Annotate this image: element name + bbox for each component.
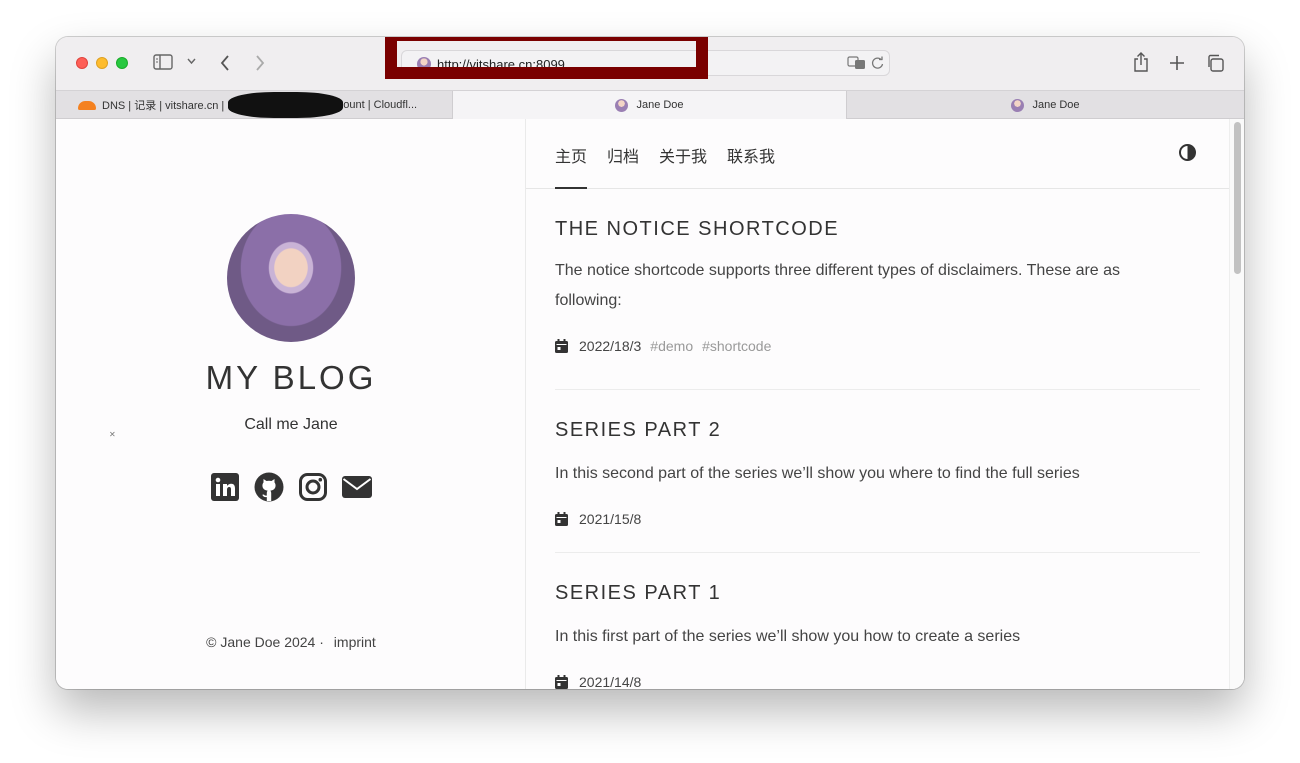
tab-jane-doe[interactable]: Jane Doe <box>847 91 1244 119</box>
page-scrollbar[interactable] <box>1229 119 1244 689</box>
share-icon[interactable] <box>1132 52 1150 73</box>
social-links <box>209 471 373 503</box>
footer-copyright: © Jane Doe 2024 · <box>206 634 324 650</box>
post-title[interactable]: SERIES PART 1 <box>555 582 1200 605</box>
nav-item-contact[interactable]: 联系我 <box>727 143 775 167</box>
theme-toggle-icon[interactable] <box>1179 144 1196 161</box>
post-item: THE NOTICE SHORTCODE The notice shortcod… <box>555 218 1200 354</box>
linkedin-icon[interactable] <box>209 471 241 503</box>
post-divider <box>555 552 1200 553</box>
nav-item-archive[interactable]: 归档 <box>607 143 639 167</box>
reload-icon[interactable] <box>871 56 884 70</box>
site-subtitle: Call me Jane <box>244 416 338 433</box>
close-window-button[interactable] <box>76 57 88 69</box>
sidebar-footer: © Jane Doe 2024 · imprint <box>56 634 526 650</box>
avatar <box>227 214 355 342</box>
instagram-icon[interactable] <box>297 471 329 503</box>
email-icon[interactable] <box>341 471 373 503</box>
nav-item-home[interactable]: 主页 <box>555 143 587 167</box>
tab-overview-icon[interactable] <box>1206 54 1225 73</box>
cloudflare-cloud-icon <box>78 100 96 110</box>
url-text[interactable]: http://vitshare.cn:8099 <box>437 57 565 72</box>
forward-arrow-icon[interactable] <box>255 54 265 72</box>
github-icon[interactable] <box>253 471 285 503</box>
redaction-scribble <box>228 92 343 118</box>
post-date: 2021/14/8 <box>579 674 642 689</box>
page-content: MY BLOG Call me Jane ✕ © Jane Doe 2024 · <box>56 119 1244 689</box>
post-item: SERIES PART 2 In this second part of the… <box>555 419 1200 527</box>
site-title[interactable]: MY BLOG <box>56 359 526 397</box>
post-meta: 2021/14/8 <box>555 674 1200 689</box>
post-title[interactable]: THE NOTICE SHORTCODE <box>555 218 1200 241</box>
top-nav: 主页 归档 关于我 联系我 <box>526 119 1229 189</box>
calendar-icon <box>555 675 568 689</box>
tab-label: Jane Doe <box>1032 99 1080 111</box>
active-nav-underline <box>555 187 587 189</box>
translate-icon[interactable] <box>847 56 866 70</box>
post-meta: 2022/18/3 #demo #shortcode <box>555 338 1200 354</box>
post-summary-line: following: <box>555 292 622 309</box>
post-summary: The notice shortcode supports three diff… <box>555 256 1200 316</box>
chevron-down-icon[interactable] <box>187 58 196 65</box>
post-summary: In this first part of the series we’ll s… <box>555 628 1021 645</box>
post-date: 2022/18/3 <box>579 338 642 354</box>
browser-window: http://vitshare.cn:8099 DNS | 记录 | vitsh… <box>56 37 1244 689</box>
sidebar-toggle-icon[interactable] <box>153 54 173 70</box>
calendar-icon <box>555 339 568 353</box>
profile-sidebar: MY BLOG Call me Jane ✕ © Jane Doe 2024 · <box>56 119 526 689</box>
post-divider <box>555 389 1200 390</box>
back-arrow-icon[interactable] <box>220 54 230 72</box>
imprint-link[interactable]: imprint <box>334 634 376 650</box>
calendar-icon <box>555 512 568 526</box>
new-tab-plus-icon[interactable] <box>1169 55 1185 71</box>
tag-demo[interactable]: #demo <box>650 338 693 354</box>
minimize-window-button[interactable] <box>96 57 108 69</box>
tab-label: DNS | 记录 | vitshare.cn | <box>102 100 225 112</box>
nav-item-about[interactable]: 关于我 <box>659 143 707 167</box>
post-summary-line: The notice shortcode supports three diff… <box>555 262 1121 279</box>
tab-cloudflare-dns[interactable]: DNS | 记录 | vitshare.cn | ccount | Cloudf… <box>56 91 452 119</box>
scrollbar-thumb[interactable] <box>1234 122 1241 274</box>
tag-shortcode[interactable]: #shortcode <box>702 338 771 354</box>
post-meta: 2021/15/8 <box>555 511 1200 527</box>
tab-label: Jane Doe <box>636 99 684 111</box>
tab-label-tail: ccount | Cloudfl... <box>332 99 418 111</box>
zoom-window-button[interactable] <box>116 57 128 69</box>
site-favicon-icon <box>417 57 431 71</box>
tab-bar: DNS | 记录 | vitshare.cn | ccount | Cloudf… <box>56 90 1244 119</box>
tab-jane-doe-active[interactable]: Jane Doe <box>452 91 847 119</box>
cursor-icon: ✕ <box>109 430 116 439</box>
post-item: SERIES PART 1 In this first part of the … <box>555 582 1200 689</box>
main-column: 主页 归档 关于我 联系我 THE NOTICE SHORTCODE The n… <box>526 119 1229 689</box>
post-title[interactable]: SERIES PART 2 <box>555 419 1200 442</box>
browser-toolbar: http://vitshare.cn:8099 <box>56 37 1244 90</box>
post-date: 2021/15/8 <box>579 511 642 527</box>
site-favicon-icon <box>1011 98 1025 112</box>
address-bar[interactable]: http://vitshare.cn:8099 <box>401 50 890 76</box>
post-summary: In this second part of the series we’ll … <box>555 465 1080 482</box>
site-favicon-icon <box>615 98 629 112</box>
